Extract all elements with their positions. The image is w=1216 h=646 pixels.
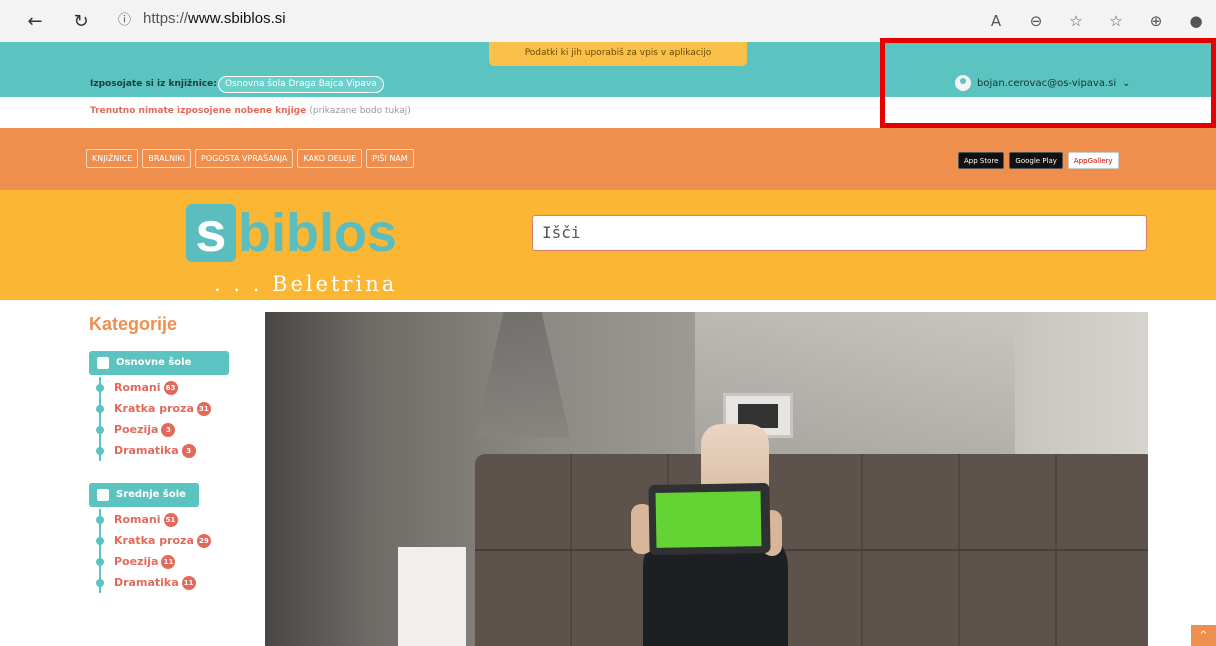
nav-knjiznice[interactable]: KNJIŽNICE — [86, 149, 139, 168]
group-label: Osnovne šole — [116, 357, 192, 368]
zoom-icon[interactable]: ⊖ — [1016, 8, 1056, 34]
sbiblos-logo[interactable]: s biblos — [186, 204, 397, 262]
main-navigation: KNJIŽNICE BRALNIKI POGOSTA VPRAŠANJA KAK… — [0, 128, 1216, 190]
hero-cabinet — [398, 547, 466, 646]
info-icon[interactable]: ⓘ — [118, 9, 131, 28]
category-kratka-proza[interactable]: Kratka proza 31 — [96, 398, 211, 419]
category-label: Poezija — [114, 423, 159, 436]
category-label: Romani — [114, 513, 161, 526]
category-romani[interactable]: Romani 63 — [96, 377, 211, 398]
nav-kako-deluje[interactable]: KAKO DELUJE — [297, 149, 363, 168]
category-poezija[interactable]: Poezija 3 — [96, 419, 211, 440]
count-badge: 63 — [163, 381, 178, 395]
category-label: Dramatika — [114, 444, 179, 457]
count-badge: 3 — [161, 423, 176, 437]
category-romani[interactable]: Romani 51 — [96, 509, 211, 530]
group-osnovne-sole[interactable]: Osnovne šole — [89, 351, 229, 375]
count-badge: 29 — [196, 534, 211, 548]
app-gallery-badge[interactable]: AppGallery — [1067, 152, 1119, 169]
back-icon[interactable]: ← — [22, 8, 48, 34]
group-srednje-sole[interactable]: Srednje šole — [89, 483, 199, 507]
reload-icon[interactable]: ↻ — [68, 8, 94, 34]
category-poezija[interactable]: Poezija 11 — [96, 551, 211, 572]
browser-toolbar: ← ↻ ⓘ https://www.sbiblos.si A ⊖ ☆ ☆ ⊕ ● — [0, 0, 1216, 42]
category-label: Kratka proza — [114, 534, 194, 547]
site-header: s biblos . . . Beletrina Išči — [0, 190, 1216, 300]
add-favorite-icon[interactable]: ☆ — [1056, 8, 1096, 34]
borrow-label: Izposojate si iz knjižnice: — [90, 79, 217, 89]
login-info-tooltip: Podatki ki jih uporabiš za vpis v aplika… — [489, 42, 747, 66]
profile-icon[interactable]: ● — [1176, 8, 1216, 34]
count-badge: 3 — [181, 444, 196, 458]
book-icon — [97, 357, 109, 369]
category-label: Kratka proza — [114, 402, 194, 415]
category-dramatika[interactable]: Dramatika 3 — [96, 440, 211, 461]
google-play-badge[interactable]: Google Play — [1009, 152, 1063, 169]
hero-image — [265, 312, 1148, 646]
category-dramatika[interactable]: Dramatika 11 — [96, 572, 211, 593]
category-label: Poezija — [114, 555, 159, 568]
category-kratka-proza[interactable]: Kratka proza 29 — [96, 530, 211, 551]
category-label: Romani — [114, 381, 161, 394]
browser-actions: A ⊖ ☆ ☆ ⊕ ● — [976, 8, 1216, 34]
read-aloud-icon[interactable]: A — [976, 8, 1016, 34]
categories-title: Kategorije — [89, 314, 178, 334]
nav-pisi-nam[interactable]: PIŠI NAM — [366, 149, 414, 168]
srednje-sole-list: Romani 51 Kratka proza 29 Poezija 11 Dramat… — [96, 509, 211, 593]
app-store-badge[interactable]: App Store — [958, 152, 1005, 169]
no-books-message: Trenutno nimate izposojene nobene knjige — [90, 106, 307, 116]
no-books-hint: (prikazane bodo tukaj) — [309, 106, 411, 116]
category-label: Dramatika — [114, 576, 179, 589]
count-badge: 11 — [161, 555, 176, 569]
hero-lamp — [475, 312, 570, 437]
count-badge: 11 — [181, 576, 196, 590]
building-icon — [97, 489, 109, 501]
count-badge: 31 — [196, 402, 211, 416]
collections-icon[interactable]: ⊕ — [1136, 8, 1176, 34]
logo-s-mark: s — [186, 204, 236, 262]
scroll-to-top-button[interactable]: ^ — [1191, 625, 1216, 646]
highlight-box — [880, 38, 1216, 128]
tagline: . . . Beletrina — [214, 272, 398, 296]
url-prefix: https:// — [143, 10, 189, 27]
address-bar[interactable]: ⓘ https://www.sbiblos.si — [118, 9, 286, 28]
osnovne-sole-list: Romani 63 Kratka proza 31 Poezija 3 Dramati… — [96, 377, 211, 461]
group-label: Srednje šole — [116, 489, 186, 500]
library-selector[interactable]: Osnovna šola Draga Bajca Vipava — [218, 76, 384, 93]
url-domain: www.sbiblos.si — [188, 10, 286, 27]
count-badge: 51 — [163, 513, 178, 527]
logo-wordmark: biblos — [238, 203, 397, 263]
nav-bralniki[interactable]: BRALNIKI — [142, 149, 192, 168]
search-input[interactable]: Išči — [532, 215, 1147, 251]
favorites-icon[interactable]: ☆ — [1096, 8, 1136, 34]
nav-pogosta-vprasanja[interactable]: POGOSTA VPRAŠANJA — [195, 149, 294, 168]
hero-tablet — [648, 482, 771, 556]
hero-sofa — [475, 454, 1148, 646]
